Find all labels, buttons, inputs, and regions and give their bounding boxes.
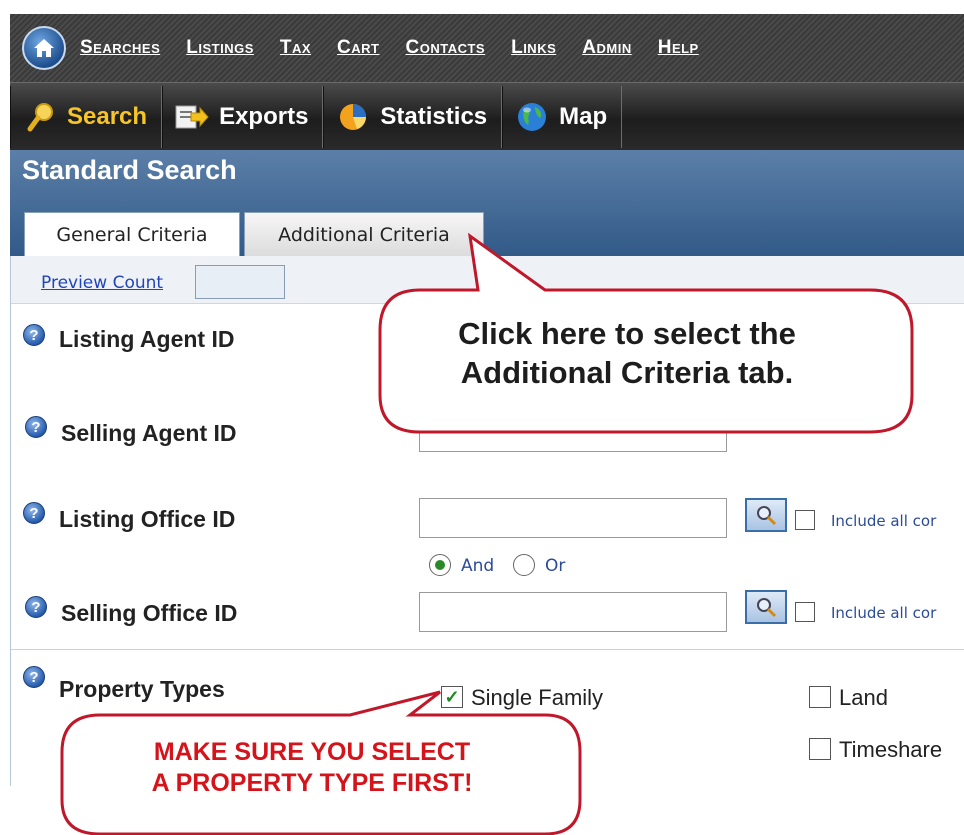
type-hint-text: MAKE SURE YOU SELECT A PROPERTY TYPE FIR… [68, 737, 556, 800]
tab-hint-line1: Click here to select the [458, 316, 796, 351]
type-hint-line1: MAKE SURE YOU SELECT [153, 738, 471, 766]
tab-hint-line2: Additional Criteria tab. [460, 354, 794, 390]
type-hint-line2: A PROPERTY TYPE FIRST! [151, 769, 473, 798]
callout-shapes [60, 232, 914, 835]
tab-hint-text: Click here to select the Additional Crit… [392, 315, 862, 393]
